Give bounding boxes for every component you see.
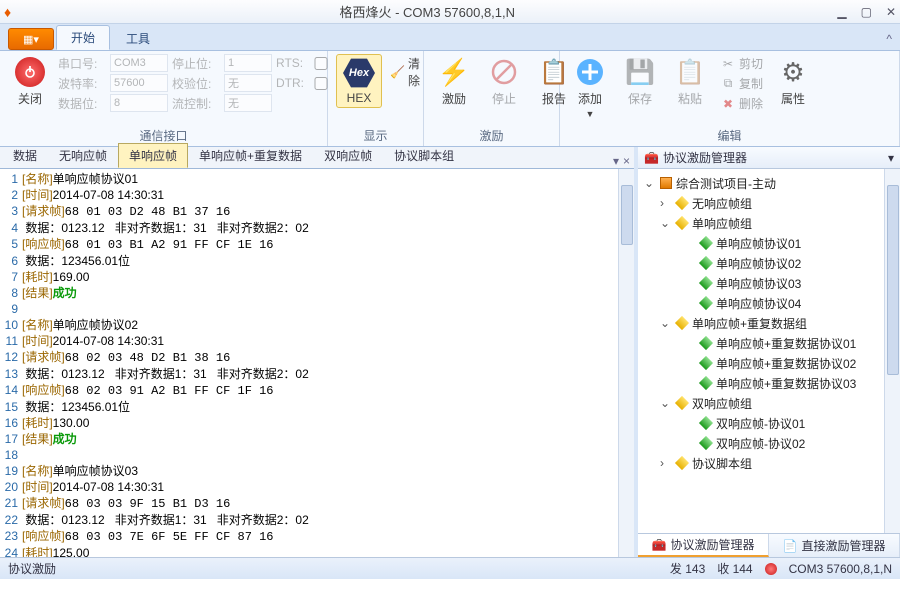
tree-node[interactable]: ⌄单响应帧组 (640, 213, 882, 233)
stimulate-button[interactable]: ⚡激励 (432, 54, 476, 109)
stopbits-input[interactable] (224, 54, 272, 72)
bolt-icon: ⚡ (438, 56, 470, 88)
log-area[interactable]: 1[名称]单响应帧协议012[时间]2014-07-08 14:30:313[请… (0, 169, 618, 557)
hex-toggle-button[interactable]: Hex HEX (336, 54, 382, 108)
tree-node[interactable]: ⌄单响应帧+重复数据组 (640, 313, 882, 333)
databits-input[interactable] (110, 94, 168, 112)
tree-node[interactable]: 单响应帧协议04 (640, 293, 882, 313)
doc-icon: 📄 (783, 539, 798, 553)
tree-node[interactable]: 单响应帧协议03 (640, 273, 882, 293)
panel-menu-icon[interactable]: ▾ (888, 151, 894, 165)
tree-node[interactable]: 双响应帧-协议01 (640, 413, 882, 433)
doc-tabs: 数据 无响应帧 单响应帧 单响应帧+重复数据 双响应帧 协议脚本组 ▾× (0, 147, 634, 169)
tree-node[interactable]: ⌄双响应帧组 (640, 393, 882, 413)
port-status-icon (765, 563, 777, 575)
title-bar: ♦ 格西烽火 - COM3 57600,8,1,N ▁ ▢ ✕ (0, 0, 900, 24)
doc-tab[interactable]: 单响应帧 (118, 143, 188, 168)
cut-button[interactable]: ✂剪切 (718, 54, 765, 73)
status-tx: 发 143 (670, 560, 705, 577)
dtr-checkbox[interactable] (314, 77, 328, 90)
flow-input[interactable] (224, 94, 272, 112)
status-mode: 协议激励 (8, 560, 56, 577)
stop-icon (488, 56, 520, 88)
tree-node[interactable]: ›协议脚本组 (640, 453, 882, 473)
log-scrollbar[interactable] (618, 169, 634, 557)
paste-icon: 📋 (674, 56, 706, 88)
tree-node[interactable]: 单响应帧+重复数据协议01 (640, 333, 882, 353)
main-split: 数据 无响应帧 单响应帧 单响应帧+重复数据 双响应帧 协议脚本组 ▾× 1[名… (0, 147, 900, 557)
properties-button[interactable]: ⚙属性 (771, 54, 815, 109)
x-icon: ✖ (720, 96, 736, 112)
ribbon-tab-tools[interactable]: 工具 (112, 27, 164, 50)
status-bar: 协议激励 发 143 收 144 COM3 57600,8,1,N (0, 557, 900, 579)
status-port: COM3 57600,8,1,N (789, 562, 892, 576)
baud-input[interactable] (110, 74, 168, 92)
project-tree[interactable]: ⌄综合测试项目-主动›无响应帧组⌄单响应帧组单响应帧协议01单响应帧协议02单响… (638, 169, 884, 533)
save-ribbon-button[interactable]: 💾保存 (618, 54, 662, 109)
scissors-icon: ✂ (720, 56, 736, 72)
toolbox-icon: 🧰 (644, 151, 659, 165)
add-button[interactable]: 添加▼ (568, 54, 612, 121)
close-port-button[interactable]: 关闭 (8, 54, 52, 109)
port-input[interactable] (110, 54, 168, 72)
plus-circle-icon (574, 56, 606, 88)
tree-node[interactable]: 单响应帧协议01 (640, 233, 882, 253)
hex-icon: Hex (343, 57, 375, 89)
minimize-button[interactable]: ▁ (837, 5, 846, 19)
doc-tab[interactable]: 数据 (2, 143, 48, 168)
close-window-button[interactable]: ✕ (886, 5, 896, 19)
tree-panel-header: 🧰 协议激励管理器 ▾ (638, 147, 900, 169)
tab-menu-icon[interactable]: ▾ (613, 154, 619, 168)
power-icon (15, 57, 45, 87)
conn-params: 串口号: 停止位: RTS: 波特率: 校验位: DTR: 数据位: 流控制: (58, 54, 328, 112)
toolbox-icon: 🧰 (652, 538, 667, 552)
btab-direct-mgr[interactable]: 📄直接激励管理器 (769, 534, 900, 557)
window-title: 格西烽火 - COM3 57600,8,1,N (17, 2, 837, 21)
tree-node[interactable]: ⌄综合测试项目-主动 (640, 173, 882, 193)
app-menu-button[interactable]: ▦▾ (8, 28, 54, 50)
tab-close-icon[interactable]: × (623, 154, 630, 168)
status-rx: 收 144 (717, 560, 752, 577)
tree-node[interactable]: 双响应帧-协议02 (640, 433, 882, 453)
app-flame-icon: ♦ (4, 4, 11, 20)
doc-tab[interactable]: 无响应帧 (48, 143, 118, 168)
stop-button[interactable]: 停止 (482, 54, 526, 109)
clear-button[interactable]: 🧹清除 (388, 54, 423, 90)
tree-node[interactable]: 单响应帧+重复数据协议02 (640, 353, 882, 373)
paste-button[interactable]: 📋粘贴 (668, 54, 712, 109)
rts-checkbox[interactable] (314, 57, 328, 70)
btab-proto-mgr[interactable]: 🧰协议激励管理器 (638, 534, 769, 557)
copy-button[interactable]: ⧉复制 (718, 74, 765, 93)
tree-node[interactable]: ›无响应帧组 (640, 193, 882, 213)
ribbon-help-icon[interactable]: ^ (878, 28, 900, 50)
gear-icon: ⚙ (777, 56, 809, 88)
copy-icon: ⧉ (720, 76, 736, 92)
doc-tab[interactable]: 协议脚本组 (383, 143, 465, 168)
doc-tab[interactable]: 双响应帧 (313, 143, 383, 168)
tree-scrollbar[interactable] (884, 169, 900, 533)
parity-input[interactable] (224, 74, 272, 92)
maximize-button[interactable]: ▢ (861, 5, 872, 19)
delete-button[interactable]: ✖删除 (718, 94, 765, 113)
brush-icon: 🧹 (390, 64, 405, 80)
tree-node[interactable]: 单响应帧协议02 (640, 253, 882, 273)
save-icon: 💾 (624, 56, 656, 88)
ribbon: ▦▾ 开始 工具 ^ 关闭 串口号: 停止位: RTS: 波特率: 校验位: D… (0, 24, 900, 147)
ribbon-tab-start[interactable]: 开始 (56, 25, 110, 50)
ribbon-tabs: ▦▾ 开始 工具 ^ (0, 24, 900, 50)
doc-tab[interactable]: 单响应帧+重复数据 (188, 143, 313, 168)
tree-node[interactable]: 单响应帧+重复数据协议03 (640, 373, 882, 393)
